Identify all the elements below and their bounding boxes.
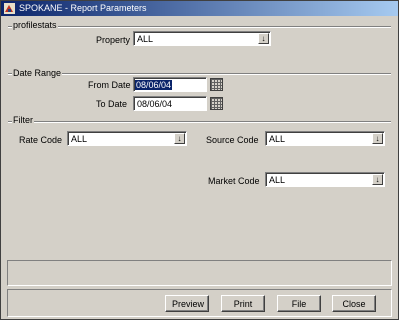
date-range-heading: Date Range	[12, 68, 63, 78]
app-icon	[4, 3, 15, 14]
from-date-label: From Date	[88, 80, 131, 90]
source-code-select[interactable]: ALL ↓	[265, 131, 385, 146]
calendar-icon[interactable]	[210, 78, 223, 91]
market-code-label: Market Code	[208, 176, 260, 186]
chevron-down-icon[interactable]: ↓	[258, 33, 269, 44]
source-code-label: Source Code	[206, 135, 259, 145]
calendar-icon[interactable]	[210, 97, 223, 110]
market-code-value: ALL	[269, 175, 286, 185]
to-date-value: 08/06/04	[137, 99, 173, 109]
status-panel	[7, 260, 392, 286]
file-button[interactable]: File	[277, 295, 321, 312]
rate-code-select[interactable]: ALL ↓	[67, 131, 187, 146]
chevron-down-icon[interactable]: ↓	[174, 133, 185, 144]
to-date-label: To Date	[96, 99, 128, 109]
filter-heading: Filter	[12, 115, 34, 125]
to-date-input[interactable]: 08/06/04	[133, 96, 207, 111]
report-parameters-window: SPOKANE - Report Parameters profilestats…	[0, 0, 399, 320]
property-label: Property	[96, 35, 131, 45]
property-value: ALL	[137, 34, 154, 44]
chevron-down-icon[interactable]: ↓	[372, 133, 383, 144]
filter-divider	[8, 121, 391, 123]
from-date-value: 08/06/04	[135, 80, 173, 90]
date-range-divider	[8, 73, 391, 75]
window-title: SPOKANE - Report Parameters	[19, 3, 147, 13]
rate-code-label: Rate Code	[19, 135, 63, 145]
close-button[interactable]: Close	[332, 295, 376, 312]
print-button[interactable]: Print	[221, 295, 265, 312]
market-code-select[interactable]: ALL ↓	[265, 172, 385, 187]
source-code-value: ALL	[269, 134, 286, 144]
title-bar: SPOKANE - Report Parameters	[1, 1, 398, 16]
property-select[interactable]: ALL ↓	[133, 31, 271, 46]
profilestats-divider	[8, 26, 391, 28]
rate-code-value: ALL	[71, 134, 88, 144]
profilestats-heading: profilestats	[12, 20, 58, 30]
from-date-input[interactable]: 08/06/04	[133, 77, 207, 92]
chevron-down-icon[interactable]: ↓	[372, 174, 383, 185]
preview-button[interactable]: Preview	[165, 295, 209, 312]
